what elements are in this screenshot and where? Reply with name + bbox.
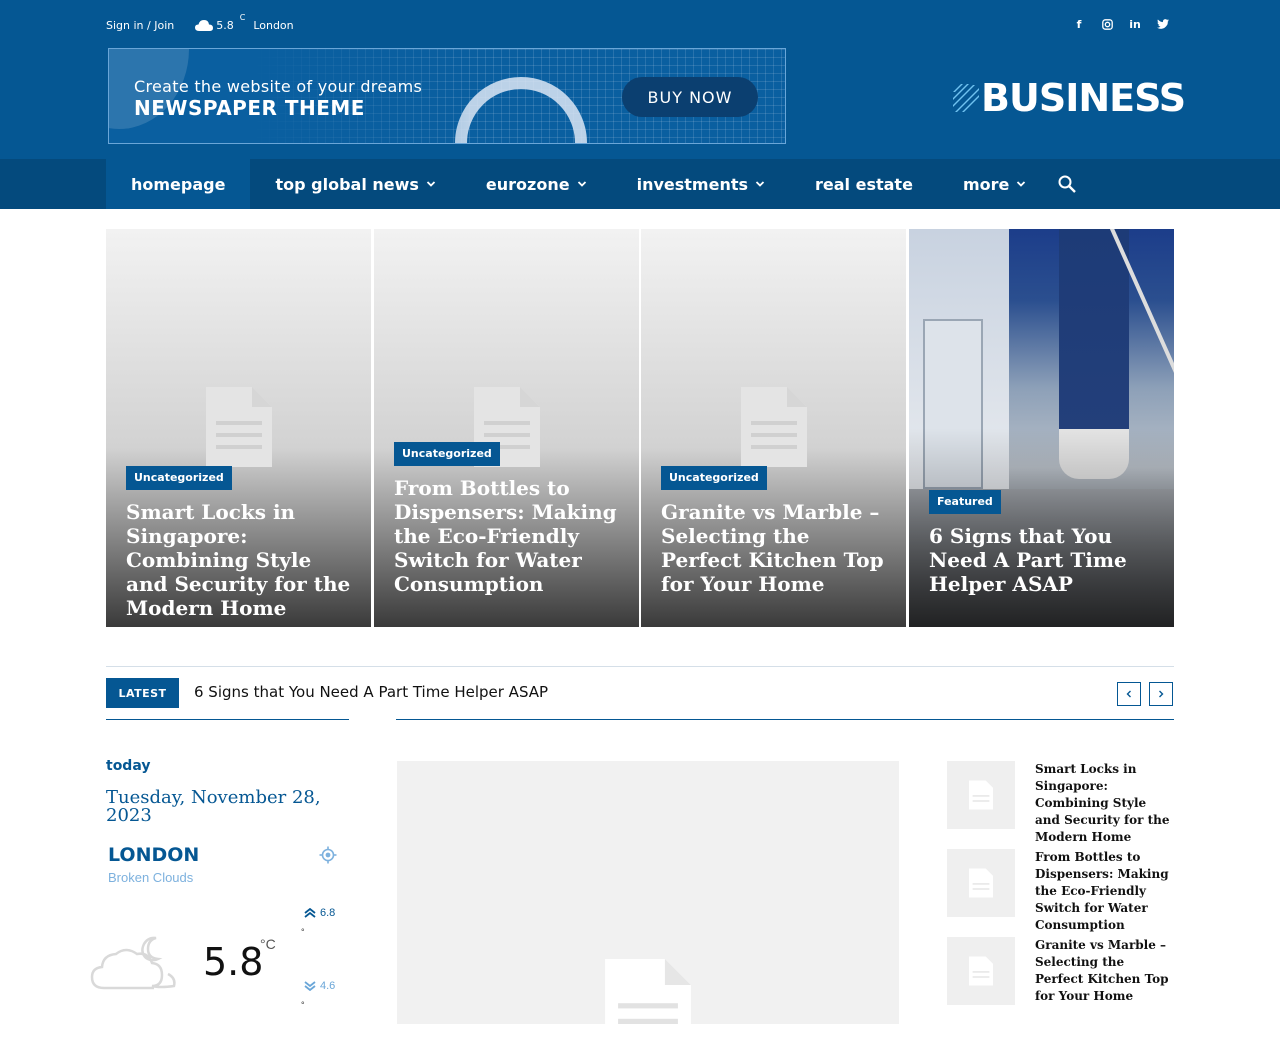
banner-ring-decoration — [455, 77, 587, 143]
weather-city: LONDON — [108, 844, 200, 866]
weather-low-value: 4.6 — [320, 980, 336, 992]
nav-top-global-news[interactable]: top global news — [250, 159, 460, 209]
ad-banner[interactable]: Create the website of your dreams NEWSPA… — [108, 48, 786, 144]
instagram-icon[interactable] — [1100, 17, 1114, 31]
weather-high-value: 6.8 — [320, 907, 336, 919]
linkedin-icon[interactable]: in — [1128, 17, 1142, 31]
nav-investments[interactable]: investments — [612, 159, 790, 209]
latest-ticker: LATEST 6 Signs that You Need A Part Time… — [106, 666, 1174, 721]
document-placeholder-icon — [605, 959, 691, 1063]
weather-date: Tuesday, November 28, 2023 — [106, 787, 321, 826]
article-thumbnail[interactable] — [947, 761, 1015, 829]
category-badge[interactable]: Featured — [929, 490, 1001, 514]
list-item[interactable]: Smart Locks in Singapore: Combining Styl… — [947, 761, 1174, 844]
nav-label: more — [962, 174, 1010, 194]
category-badge[interactable]: Uncategorized — [661, 466, 767, 490]
site-logo[interactable]: BUSINESS — [953, 76, 1186, 120]
article-thumbnail[interactable] — [947, 849, 1015, 917]
category-badge[interactable]: Uncategorized — [394, 442, 500, 466]
list-item-title[interactable]: Smart Locks in Singapore: Combining Styl… — [1035, 761, 1175, 846]
logo-text: BUSINESS — [981, 76, 1186, 120]
double-chevron-down-icon — [304, 981, 316, 991]
hero-card[interactable]: Featured 6 Signs that You Need A Part Ti… — [909, 229, 1174, 627]
hero-card-title[interactable]: Granite vs Marble – Selecting the Perfec… — [661, 500, 891, 596]
double-chevron-up-icon — [304, 908, 316, 918]
list-item[interactable]: From Bottles to Dispensers: Making the E… — [947, 849, 1174, 932]
hero-card[interactable]: Uncategorized Granite vs Marble – Select… — [641, 229, 906, 627]
cloud-icon — [195, 20, 214, 31]
topbar-temp: 5.8 — [216, 18, 234, 32]
weather-widget: today Tuesday, November 28, 2023 LONDON … — [90, 758, 349, 1024]
main-nav: homepage top global news eurozone invest… — [0, 159, 1280, 209]
document-placeholder-icon — [969, 868, 993, 898]
nav-label: top global news — [275, 174, 419, 194]
degree-symbol: ° — [301, 1000, 305, 1010]
weather-today-label: today — [106, 758, 151, 774]
topbar-unit: C — [239, 12, 246, 22]
weather-temp: 5.8 — [203, 940, 264, 984]
category-badge[interactable]: Uncategorized — [126, 466, 232, 490]
chevron-right-icon — [1159, 690, 1164, 698]
document-placeholder-icon — [206, 387, 272, 467]
nav-label: eurozone — [485, 174, 570, 194]
nav-label: homepage — [131, 174, 226, 194]
list-item-title[interactable]: From Bottles to Dispensers: Making the E… — [1035, 849, 1175, 934]
nav-real-estate[interactable]: real estate — [790, 159, 938, 209]
nav-eurozone[interactable]: eurozone — [461, 159, 612, 209]
degree-symbol: ° — [301, 927, 305, 937]
document-placeholder-icon — [741, 387, 807, 467]
hero-card-title[interactable]: 6 Signs that You Need A Part Time Helper… — [929, 524, 1159, 596]
nav-label: real estate — [815, 174, 913, 194]
search-button[interactable] — [1047, 159, 1087, 209]
hero-card[interactable]: Uncategorized Smart Locks in Singapore: … — [106, 229, 371, 627]
signin-link[interactable]: Sign in / Join — [106, 19, 174, 32]
site-header: Sign in / Join 5.8 C London f in Create … — [0, 0, 1280, 159]
ticker-headline[interactable]: 6 Signs that You Need A Part Time Helper… — [194, 683, 548, 701]
buy-now-button[interactable]: BUY NOW — [622, 77, 758, 117]
chevron-down-icon — [1017, 181, 1026, 187]
topbar-city: London — [253, 18, 294, 32]
hero-card[interactable]: Uncategorized From Bottles to Dispensers… — [374, 229, 639, 627]
nav-label: investments — [636, 174, 749, 194]
chevron-down-icon — [577, 181, 586, 187]
location-crosshair-icon[interactable] — [319, 846, 337, 864]
logo-stripes-icon — [953, 84, 979, 112]
social-links: f in — [1072, 17, 1170, 31]
hero-grid: Uncategorized Smart Locks in Singapore: … — [106, 229, 1174, 627]
nav-more[interactable]: more — [938, 159, 1051, 209]
document-placeholder-icon — [969, 956, 993, 986]
article-thumbnail[interactable] — [947, 937, 1015, 1005]
search-icon — [1058, 175, 1077, 193]
banner-tagline: Create the website of your dreams — [134, 77, 423, 96]
banner-title: NEWSPAPER THEME — [134, 96, 365, 120]
topbar: Sign in / Join 5.8 C London — [106, 13, 294, 34]
ticker-next-button[interactable] — [1149, 682, 1173, 706]
list-item[interactable]: Granite vs Marble – Selecting the Perfec… — [947, 937, 1174, 1007]
latest-label: LATEST — [106, 678, 179, 708]
hero-card-title[interactable]: Smart Locks in Singapore: Combining Styl… — [126, 500, 356, 620]
list-item-title[interactable]: Granite vs Marble – Selecting the Perfec… — [1035, 937, 1175, 1005]
twitter-icon[interactable] — [1156, 17, 1170, 31]
weather-high: 6.8 — [304, 907, 335, 919]
nav-homepage[interactable]: homepage — [106, 159, 251, 209]
hero-card-title[interactable]: From Bottles to Dispensers: Making the E… — [394, 476, 624, 596]
cloud-moon-icon — [90, 936, 176, 990]
ticker-prev-button[interactable] — [1117, 682, 1141, 706]
chevron-down-icon — [426, 181, 436, 187]
chevron-down-icon — [755, 181, 765, 187]
document-placeholder-icon — [969, 780, 993, 810]
main-article-image[interactable] — [397, 761, 899, 1063]
topbar-weather: 5.8 C London — [194, 13, 294, 32]
chevron-left-icon — [1126, 690, 1131, 698]
weather-description: Broken Clouds — [108, 870, 194, 885]
weather-unit: °C — [260, 936, 276, 952]
facebook-icon[interactable]: f — [1072, 17, 1086, 31]
weather-low: 4.6 — [304, 980, 335, 992]
